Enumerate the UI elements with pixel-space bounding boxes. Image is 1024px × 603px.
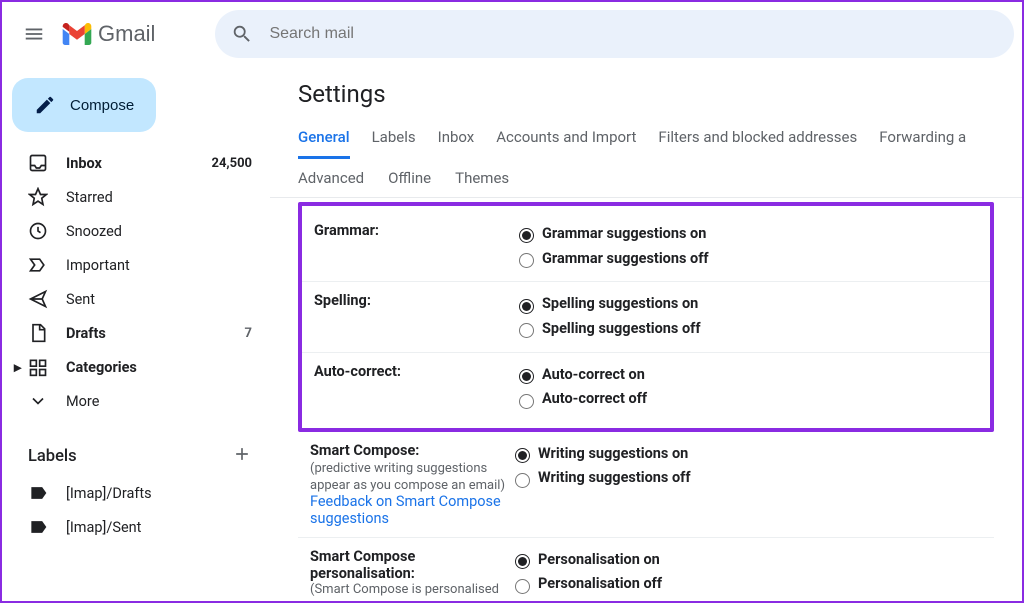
sidebar-item-label: More xyxy=(66,393,99,410)
personalisation-on-radio[interactable] xyxy=(515,554,530,569)
tab-offline[interactable]: Offline xyxy=(388,159,431,197)
gmail-logo-icon xyxy=(62,23,92,45)
add-label-button[interactable] xyxy=(232,444,252,469)
search-bar[interactable] xyxy=(215,10,1014,58)
search-icon xyxy=(231,23,253,45)
hamburger-menu-icon[interactable] xyxy=(10,10,58,58)
settings-main: Settings General Labels Inbox Accounts a… xyxy=(270,66,1022,601)
setting-label: Spelling: xyxy=(314,292,514,341)
tab-labels[interactable]: Labels xyxy=(372,118,416,159)
autocorrect-off-radio[interactable] xyxy=(519,394,534,409)
gmail-text: Gmail xyxy=(98,21,155,47)
spelling-on-radio[interactable] xyxy=(519,299,534,314)
tab-inbox[interactable]: Inbox xyxy=(438,118,475,159)
caret-right-icon: ▸ xyxy=(14,359,26,376)
personalisation-on-option[interactable]: Personalisation on xyxy=(510,548,982,573)
spelling-off-option[interactable]: Spelling suggestions off xyxy=(514,317,978,342)
setting-spelling: Spelling: Spelling suggestions on Spelli… xyxy=(302,282,990,352)
setting-label: Smart Compose: (predictive writing sugge… xyxy=(310,442,510,527)
compose-label: Compose xyxy=(70,97,134,114)
spelling-off-radio[interactable] xyxy=(519,323,534,338)
smartcompose-on-radio[interactable] xyxy=(515,448,530,463)
sidebar-item-label: Inbox xyxy=(66,155,102,172)
chevron-down-icon xyxy=(28,391,48,411)
sidebar-item-categories[interactable]: ▸ Categories xyxy=(2,350,270,384)
setting-label: Grammar: xyxy=(314,222,514,271)
setting-smart-compose: Smart Compose: (predictive writing sugge… xyxy=(298,432,994,537)
labels-header: Labels xyxy=(2,436,270,476)
settings-tabs-row2: Advanced Offline Themes xyxy=(270,159,1022,198)
smart-compose-feedback-link[interactable]: Feedback on Smart Compose suggestions xyxy=(310,493,501,527)
grammar-on-radio[interactable] xyxy=(519,228,534,243)
smartcompose-off-option[interactable]: Writing suggestions off xyxy=(510,466,982,491)
drafts-count: 7 xyxy=(245,326,252,341)
sidebar-item-snoozed[interactable]: Snoozed xyxy=(2,214,270,248)
drafts-icon xyxy=(28,323,48,343)
grammar-off-option[interactable]: Grammar suggestions off xyxy=(514,247,978,272)
label-icon xyxy=(28,483,48,503)
labels-header-text: Labels xyxy=(28,447,77,466)
tab-accounts[interactable]: Accounts and Import xyxy=(496,118,636,159)
tab-filters[interactable]: Filters and blocked addresses xyxy=(658,118,857,159)
sidebar-item-drafts[interactable]: Drafts 7 xyxy=(2,316,270,350)
tab-general[interactable]: General xyxy=(298,118,350,159)
sidebar-label-imap-sent[interactable]: [Imap]/Sent xyxy=(2,510,270,544)
search-input[interactable] xyxy=(267,24,998,44)
categories-icon xyxy=(28,357,48,377)
autocorrect-on-radio[interactable] xyxy=(519,369,534,384)
star-icon xyxy=(28,187,48,207)
sidebar: Compose Inbox 24,500 Starred Snoozed Imp… xyxy=(2,66,270,601)
sidebar-item-label: Important xyxy=(66,257,130,274)
sidebar-item-label: Snoozed xyxy=(66,223,122,240)
smartcompose-off-radio[interactable] xyxy=(515,473,530,488)
setting-label: Smart Compose personalisation: (Smart Co… xyxy=(310,548,510,597)
personalisation-off-radio[interactable] xyxy=(515,579,530,594)
sidebar-label-imap-drafts[interactable]: [Imap]/Drafts xyxy=(2,476,270,510)
sidebar-item-label: Starred xyxy=(66,189,113,206)
sidebar-item-label: [Imap]/Drafts xyxy=(66,485,152,502)
setting-autocorrect: Auto-correct: Auto-correct on Auto-corre… xyxy=(302,353,990,422)
sent-icon xyxy=(28,289,48,309)
setting-smart-personalisation: Smart Compose personalisation: (Smart Co… xyxy=(298,537,994,601)
page-title: Settings xyxy=(270,80,1022,118)
sidebar-item-more[interactable]: More xyxy=(2,384,270,418)
spelling-on-option[interactable]: Spelling suggestions on xyxy=(514,292,978,317)
sidebar-item-label: [Imap]/Sent xyxy=(66,519,141,536)
smartcompose-on-option[interactable]: Writing suggestions on xyxy=(510,442,982,467)
tab-forwarding[interactable]: Forwarding a xyxy=(879,118,966,159)
sidebar-item-label: Sent xyxy=(66,291,95,308)
clock-icon xyxy=(28,221,48,241)
inbox-icon xyxy=(28,153,48,173)
setting-grammar: Grammar: Grammar suggestions on Grammar … xyxy=(302,212,990,282)
setting-label: Auto-correct: xyxy=(314,363,514,412)
highlighted-settings-group: Grammar: Grammar suggestions on Grammar … xyxy=(298,202,994,432)
sidebar-item-sent[interactable]: Sent xyxy=(2,282,270,316)
personalisation-off-option[interactable]: Personalisation off xyxy=(510,572,982,597)
pencil-icon xyxy=(34,94,56,116)
important-icon xyxy=(28,255,48,275)
tab-advanced[interactable]: Advanced xyxy=(298,159,364,197)
header: Gmail xyxy=(2,2,1022,66)
inbox-count: 24,500 xyxy=(212,156,253,171)
grammar-on-option[interactable]: Grammar suggestions on xyxy=(514,222,978,247)
grammar-off-radio[interactable] xyxy=(519,253,534,268)
label-icon xyxy=(28,517,48,537)
autocorrect-off-option[interactable]: Auto-correct off xyxy=(514,387,978,412)
sidebar-item-label: Categories xyxy=(66,359,137,376)
gmail-logo[interactable]: Gmail xyxy=(62,21,155,47)
settings-tabs-row: General Labels Inbox Accounts and Import… xyxy=(270,118,1022,159)
sidebar-item-inbox[interactable]: Inbox 24,500 xyxy=(2,146,270,180)
sidebar-item-label: Drafts xyxy=(66,325,106,342)
sidebar-item-starred[interactable]: Starred xyxy=(2,180,270,214)
compose-button[interactable]: Compose xyxy=(12,78,156,132)
tab-themes[interactable]: Themes xyxy=(455,159,509,197)
sidebar-item-important[interactable]: Important xyxy=(2,248,270,282)
autocorrect-on-option[interactable]: Auto-correct on xyxy=(514,363,978,388)
